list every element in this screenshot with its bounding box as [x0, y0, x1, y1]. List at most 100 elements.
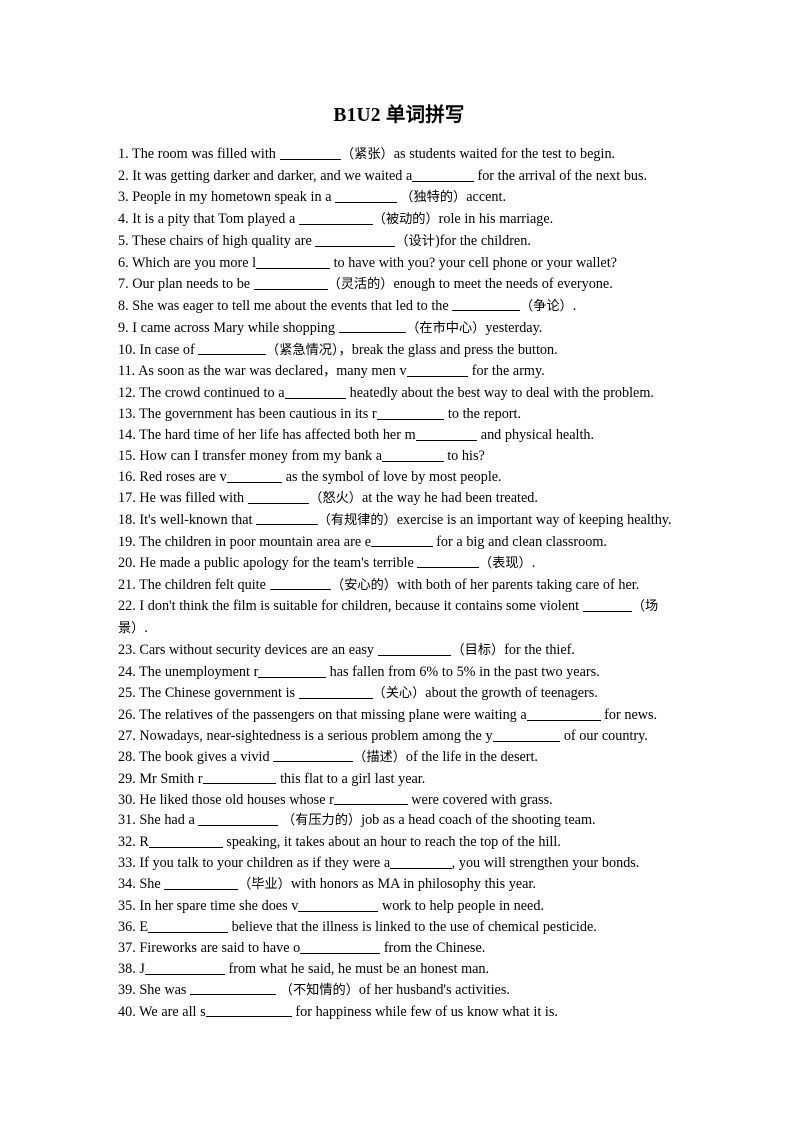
item-number: 12. [118, 385, 140, 402]
chinese-hint: （目标） [451, 643, 505, 659]
item-number: 13. [118, 406, 140, 423]
answer-blank[interactable] [406, 363, 469, 378]
answer-blank[interactable] [526, 706, 601, 721]
answer-blank[interactable] [298, 684, 373, 699]
answer-blank[interactable] [335, 188, 397, 203]
exercise-item: 21. The children felt quite （安心的）with bo… [118, 575, 680, 597]
sentence-text: The relatives of the passengers on that … [139, 706, 527, 723]
chinese-hint: （有规律的） [317, 512, 397, 528]
answer-blank[interactable] [253, 275, 328, 290]
answer-blank[interactable] [226, 468, 283, 483]
chinese-hint: （表现） [478, 555, 532, 571]
worksheet-page: B1U2 单词拼写 1. The room was filled with （紧… [0, 0, 794, 1123]
exercise-item: 19. The children in poor mountain area a… [118, 532, 680, 553]
sentence-text: Which are you more l [132, 254, 257, 271]
sentence-text: at the way he had been treated. [362, 489, 538, 506]
answer-blank[interactable] [284, 385, 347, 400]
answer-blank[interactable] [582, 598, 632, 613]
exercise-item: 20. He made a public apology for the tea… [118, 553, 680, 575]
answer-blank[interactable] [452, 297, 520, 312]
answer-blank[interactable] [390, 855, 452, 869]
answer-blank[interactable] [338, 319, 407, 334]
answer-blank[interactable] [190, 981, 277, 996]
answer-blank[interactable] [269, 576, 332, 591]
item-number: 22. [118, 598, 140, 615]
answer-blank[interactable] [300, 939, 381, 954]
sentence-text: enough to meet the needs of everyone. [393, 275, 613, 292]
answer-blank[interactable] [273, 748, 354, 763]
answer-blank[interactable] [415, 426, 478, 441]
answer-blank[interactable] [144, 960, 225, 975]
sentence-text: People in my hometown speak in a [132, 189, 336, 206]
answer-blank[interactable] [377, 641, 452, 656]
item-number: 20. [118, 554, 140, 571]
answer-blank[interactable] [417, 554, 479, 569]
exercise-item: 23. Cars without security devices are an… [118, 640, 680, 662]
answer-blank[interactable] [164, 875, 239, 890]
sentence-text: The hard time of her life has affected b… [139, 427, 416, 444]
sentence-text: with both of her parents taking care of … [396, 576, 640, 593]
answer-blank[interactable] [298, 210, 373, 225]
exercise-item: 9. I came across Mary while shopping （在市… [118, 318, 680, 340]
answer-blank[interactable] [376, 405, 445, 420]
exercise-item: 26. The relatives of the passengers on t… [118, 705, 680, 726]
item-number: 31. [118, 812, 140, 829]
answer-blank[interactable] [247, 489, 310, 504]
sentence-text: Nowadays, near-sightedness is a serious … [139, 727, 493, 744]
answer-blank[interactable] [492, 727, 561, 742]
answer-blank[interactable] [258, 663, 326, 678]
answer-blank[interactable] [256, 254, 330, 269]
item-number: 24. [118, 664, 140, 681]
sentence-text: believe that the illness is linked to th… [228, 919, 597, 935]
exercise-item: 5. These chairs of high quality are （设计)… [118, 231, 680, 253]
exercise-item: 24. The unemployment r has fallen from 6… [118, 662, 680, 683]
exercise-item: 16. Red roses are v as the symbol of lov… [118, 467, 680, 488]
answer-blank[interactable] [202, 770, 277, 785]
chinese-hint: ， [323, 364, 337, 380]
answer-blank[interactable] [333, 791, 408, 806]
sentence-text: I came across Mary while shopping [132, 319, 339, 336]
answer-blank[interactable] [148, 834, 223, 849]
sentence-text: The unemployment r [139, 664, 259, 681]
answer-blank[interactable] [412, 168, 474, 182]
sentence-text: The room was filled with [132, 146, 280, 163]
answer-blank[interactable] [315, 232, 396, 247]
sentence-text: for news. [600, 706, 658, 723]
answer-blank[interactable] [198, 812, 279, 827]
sentence-text: of the life in the desert. [405, 748, 538, 765]
sentence-text: Fireworks are said to have o [139, 939, 301, 956]
chinese-hint: （设计 [395, 234, 435, 249]
item-number: 6. [118, 254, 133, 271]
sentence-text: As soon as the war was declared [138, 363, 324, 380]
answer-blank[interactable] [198, 341, 267, 356]
item-number: 5. [118, 233, 133, 249]
item-number: 4. [118, 211, 133, 228]
item-number: 23. [118, 642, 140, 659]
sentence-text: It's well-known that [139, 511, 257, 528]
answer-blank[interactable] [298, 897, 379, 912]
exercise-item: 25. The Chinese government is （关心）about … [118, 683, 680, 705]
exercise-item: 8. She was eager to tell me about the ev… [118, 296, 680, 318]
answer-blank[interactable] [382, 447, 444, 462]
sentence-text: has fallen from 6% to 5% in the past two… [325, 664, 600, 681]
exercise-item: 29. Mr Smith r this flat to a girl last … [118, 769, 680, 790]
answer-blank[interactable] [205, 1003, 292, 1018]
answer-blank[interactable] [148, 918, 228, 933]
item-number: 35. [118, 898, 140, 915]
answer-blank[interactable] [371, 533, 433, 548]
sentence-text: of our country. [560, 727, 648, 744]
exercise-item: 22. I don't think the film is suitable f… [118, 596, 680, 640]
sentence-text: speaking, it takes about an hour to reac… [222, 834, 561, 851]
exercise-list: 1. The room was filled with （紧张）as stude… [118, 144, 680, 1022]
item-number: 16. [118, 468, 140, 485]
sentence-text: He liked those old houses whose r [139, 791, 334, 808]
sentence-text: )for the children. [434, 233, 531, 249]
answer-blank[interactable] [279, 146, 341, 161]
sentence-text: Our plan needs to be [132, 275, 254, 292]
exercise-item: 31. She had a （有压力的）job as a head coach … [118, 810, 680, 832]
answer-blank[interactable] [256, 511, 318, 526]
sentence-text: of her husband's activities. [358, 981, 510, 998]
exercise-item: 27. Nowadays, near-sightedness is a seri… [118, 726, 680, 747]
sentence-text: for a big and clean classroom. [432, 533, 607, 550]
item-number: 29. [118, 770, 140, 787]
